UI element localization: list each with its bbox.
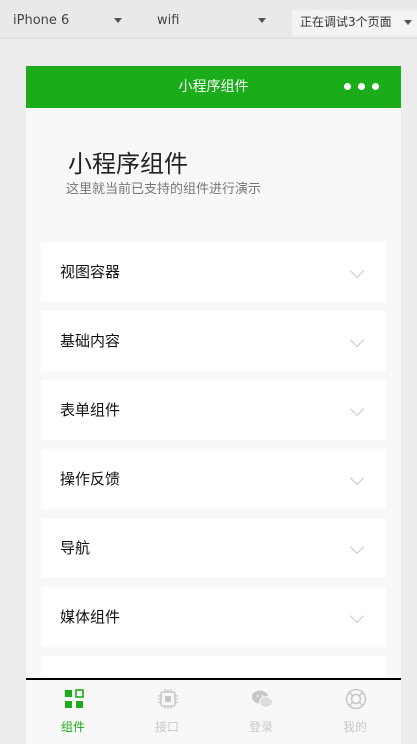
wechat-icon bbox=[252, 690, 273, 708]
list-item-basic-content[interactable]: 基础内容 bbox=[41, 311, 386, 371]
list-item-feedback[interactable]: 操作反馈 bbox=[41, 449, 386, 509]
list-item-view-container[interactable]: 视图容器 bbox=[41, 242, 386, 302]
tab-api[interactable]: 接口 bbox=[120, 680, 214, 744]
network-select-value: wifi bbox=[157, 13, 180, 28]
page-description: 这里就当前已支持的组件进行演示 bbox=[66, 182, 262, 197]
device-select-value: iPhone 6 bbox=[13, 13, 70, 28]
page-title: 小程序组件 bbox=[68, 150, 188, 178]
device-select[interactable]: iPhone 6 bbox=[13, 0, 69, 38]
list-item-navigation[interactable]: 导航 bbox=[41, 518, 386, 578]
tab-label: 组件 bbox=[60, 720, 85, 734]
page-header: 小程序组件 这里就当前已支持的组件进行演示 bbox=[26, 108, 401, 242]
devtools-toolbar: iPhone 6 wifi 正在调试3个页面 bbox=[0, 0, 417, 39]
lifebuoy-icon bbox=[345, 688, 367, 710]
list-item-label: 视图容器 bbox=[60, 263, 121, 281]
device-chevron-down-icon[interactable] bbox=[114, 18, 122, 23]
chip-icon bbox=[158, 689, 178, 709]
network-select[interactable]: wifi bbox=[157, 0, 179, 38]
list-item-label: 表单组件 bbox=[60, 401, 121, 419]
list-item-label: 导航 bbox=[60, 539, 91, 557]
grid-icon bbox=[65, 689, 84, 708]
list-item-form-components[interactable]: 表单组件 bbox=[41, 380, 386, 440]
tab-components[interactable]: 组件 bbox=[26, 680, 120, 744]
navigation-bar: 小程序组件 bbox=[26, 66, 401, 108]
list-item-label: 操作反馈 bbox=[60, 470, 121, 488]
tab-label: 登录 bbox=[248, 720, 273, 734]
tab-mine[interactable]: 我的 bbox=[308, 680, 401, 744]
tab-label: 接口 bbox=[154, 720, 179, 734]
list-item-label: 媒体组件 bbox=[60, 608, 121, 626]
list-item-label: 基础内容 bbox=[60, 332, 121, 350]
chevron-down-icon bbox=[349, 263, 365, 279]
chevron-down-icon bbox=[349, 470, 365, 486]
tab-label: 我的 bbox=[342, 720, 367, 734]
phone-simulator: 小程序组件 小程序组件 这里就当前已支持的组件进行演示 视图容器 基础内容 表单… bbox=[26, 66, 401, 744]
tab-login[interactable]: 登录 bbox=[214, 680, 308, 744]
more-menu-icon[interactable] bbox=[344, 83, 382, 91]
chevron-down-icon bbox=[349, 539, 365, 555]
tab-bar: 组件 接口 登录 我的 bbox=[26, 678, 401, 744]
debug-status-text: 正在调试3个页面 bbox=[300, 15, 392, 29]
network-chevron-down-icon[interactable] bbox=[258, 18, 266, 23]
chevron-down-icon bbox=[349, 332, 365, 348]
chevron-down-icon bbox=[349, 401, 365, 417]
list-item-media[interactable]: 媒体组件 bbox=[41, 587, 386, 647]
debug-status-select[interactable]: 正在调试3个页面 bbox=[292, 10, 417, 36]
debug-chevron-down-icon bbox=[404, 20, 412, 25]
chevron-down-icon bbox=[349, 608, 365, 624]
